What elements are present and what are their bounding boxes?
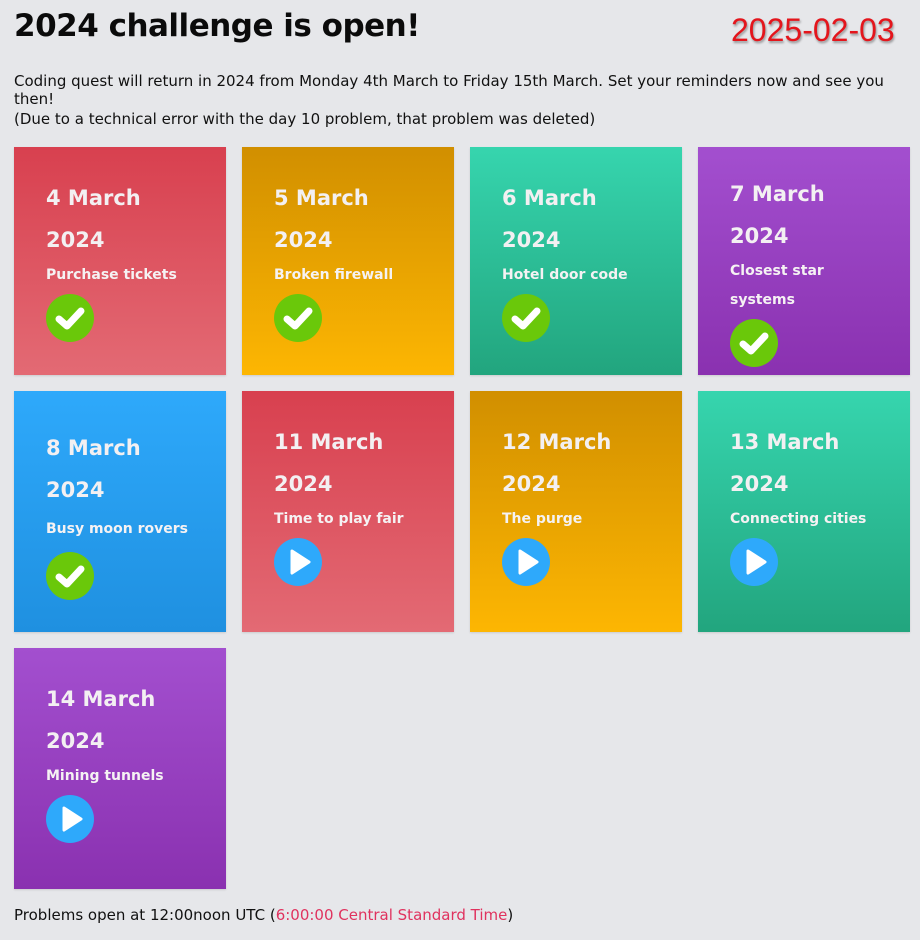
date-stamp: 2025-02-03: [731, 12, 895, 48]
card-title: The purge: [502, 511, 583, 527]
check-icon: [274, 294, 322, 342]
challenge-card-day-5[interactable]: 8 March 2024 Busy moon rovers: [14, 391, 226, 632]
challenge-card-day-4[interactable]: 7 March 2024 Closest star systems: [698, 147, 910, 375]
card-title: Connecting cities: [730, 511, 867, 527]
page-title: 2024 challenge is open!: [14, 8, 420, 44]
challenge-card-day-8[interactable]: 13 March 2024 Connecting cities: [698, 391, 910, 632]
challenge-card-day-6[interactable]: 11 March 2024 Time to play fair: [242, 391, 454, 632]
card-date: 14 March 2024: [46, 687, 156, 753]
check-icon: [46, 294, 94, 342]
check-icon: [502, 294, 550, 342]
check-icon: [730, 319, 778, 367]
card-title: Time to play fair: [274, 511, 404, 527]
challenge-grid: 4 March 2024 Purchase tickets 5 March 20…: [14, 147, 910, 889]
challenge-card-day-2[interactable]: 5 March 2024 Broken firewall: [242, 147, 454, 375]
card-date: 8 March 2024: [46, 436, 141, 502]
play-icon[interactable]: [274, 538, 322, 586]
card-title: Closest star systems: [730, 263, 824, 308]
check-icon: [46, 552, 94, 600]
card-title: Mining tunnels: [46, 768, 164, 784]
footer-suffix: ): [507, 906, 514, 924]
card-title: Busy moon rovers: [46, 521, 189, 537]
intro-text: Coding quest will return in 2024 from Mo…: [14, 72, 884, 108]
notice-text: (Due to a technical error with the day 1…: [14, 110, 596, 128]
play-icon[interactable]: [46, 795, 94, 843]
challenge-card-day-9[interactable]: 14 March 2024 Mining tunnels: [14, 648, 226, 889]
challenge-card-day-3[interactable]: 6 March 2024 Hotel door code: [470, 147, 682, 375]
card-date: 11 March 2024: [274, 430, 384, 496]
play-icon[interactable]: [502, 538, 550, 586]
challenge-card-day-7[interactable]: 12 March 2024 The purge: [470, 391, 682, 632]
challenge-card-day-1[interactable]: 4 March 2024 Purchase tickets: [14, 147, 226, 375]
card-title: Purchase tickets: [46, 267, 177, 283]
card-date: 5 March 2024: [274, 186, 369, 252]
card-date: 6 March 2024: [502, 186, 597, 252]
card-date: 7 March 2024: [730, 182, 825, 248]
schedule-footer: Problems open at 12:00noon UTC (6:00:00 …: [14, 906, 513, 924]
local-time-link[interactable]: 6:00:00 Central Standard Time: [276, 906, 508, 924]
footer-prefix: Problems open at 12:00noon UTC (: [14, 906, 276, 924]
card-title: Hotel door code: [502, 267, 628, 283]
play-icon[interactable]: [730, 538, 778, 586]
card-date: 13 March 2024: [730, 430, 840, 496]
card-title: Broken firewall: [274, 267, 394, 283]
card-date: 4 March 2024: [46, 186, 141, 252]
card-date: 12 March 2024: [502, 430, 612, 496]
